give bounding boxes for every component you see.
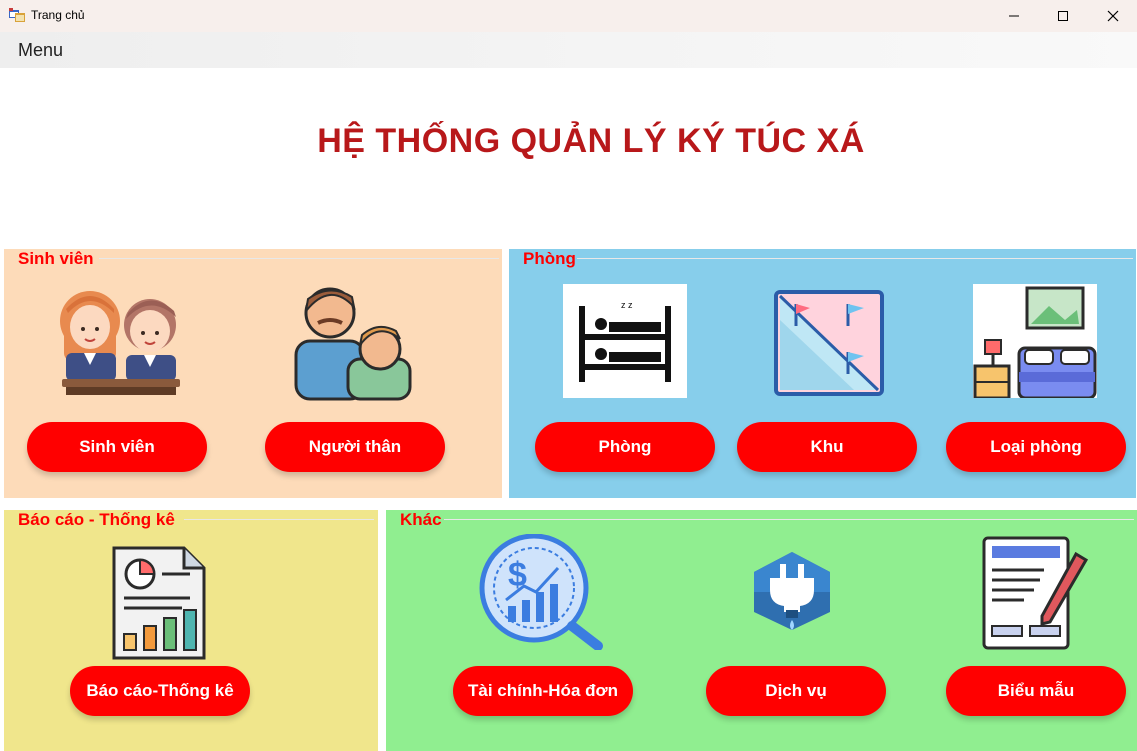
- group-border-line: [444, 519, 1134, 520]
- close-button[interactable]: [1090, 0, 1136, 32]
- page-title: HỆ THỐNG QUẢN LÝ KÝ TÚC XÁ: [317, 122, 865, 160]
- menu-bar: Menu: [0, 32, 1137, 68]
- map-flags-icon: [774, 290, 884, 396]
- bedroom-icon: [973, 286, 1097, 400]
- group-label: Phòng: [523, 249, 576, 268]
- loai-phong-button[interactable]: Loại phòng: [946, 422, 1126, 472]
- finance-magnifier-icon: $: [479, 534, 603, 650]
- tai-chinh-hoa-don-button[interactable]: Tài chính-Hóa đơn: [453, 666, 633, 716]
- sinh-vien-button[interactable]: Sinh viên: [27, 422, 207, 472]
- bedroom-tile: [973, 284, 1097, 400]
- maximize-button[interactable]: [1040, 0, 1086, 32]
- group-label: Sinh viên: [18, 249, 94, 268]
- maximize-icon: [1058, 11, 1068, 21]
- menu-item[interactable]: Menu: [18, 40, 63, 61]
- group-phong: Phòng z z Phòng Khu Loại phòng: [509, 249, 1136, 498]
- minimize-button[interactable]: [991, 0, 1037, 32]
- bunk-bed-icon: z z: [579, 300, 671, 382]
- bieu-mau-button[interactable]: Biểu mẫu: [946, 666, 1126, 716]
- phong-button[interactable]: Phòng: [535, 422, 715, 472]
- utility-service-icon: [754, 552, 830, 630]
- svg-text:z z: z z: [621, 300, 633, 310]
- nguoi-than-button[interactable]: Người thân: [265, 422, 445, 472]
- bunk-bed-tile: z z: [563, 284, 687, 398]
- students-icon: [60, 291, 180, 395]
- group-label: Báo cáo - Thống kê: [18, 510, 175, 529]
- group-label: Khác: [400, 510, 442, 529]
- khu-button[interactable]: Khu: [737, 422, 917, 472]
- group-border-line: [184, 519, 374, 520]
- report-chart-icon: [112, 546, 206, 660]
- app-window-icon: [9, 8, 25, 22]
- svg-text:$: $: [508, 556, 527, 594]
- group-border-line: [577, 258, 1133, 259]
- close-icon: [1107, 10, 1119, 22]
- window-title: Trang chủ: [31, 8, 85, 22]
- dich-vu-button[interactable]: Dịch vụ: [706, 666, 886, 716]
- bao-cao-thong-ke-button[interactable]: Báo cáo-Thống kê: [70, 666, 250, 716]
- form-document-icon: [982, 536, 1089, 650]
- group-border-line: [99, 258, 499, 259]
- group-bao-cao: Báo cáo - Thống kê Báo cáo-Thống kê: [4, 510, 378, 751]
- group-sinh-vien: Sinh viên Sinh viên Người thân: [4, 249, 502, 498]
- minimize-icon: [1009, 15, 1019, 17]
- window-titlebar: Trang chủ: [0, 0, 1137, 32]
- parent-child-icon: [294, 287, 412, 401]
- group-khac: Khác $ Tài chính-Hóa đơn Dịch vụ Biểu mẫ…: [386, 510, 1137, 751]
